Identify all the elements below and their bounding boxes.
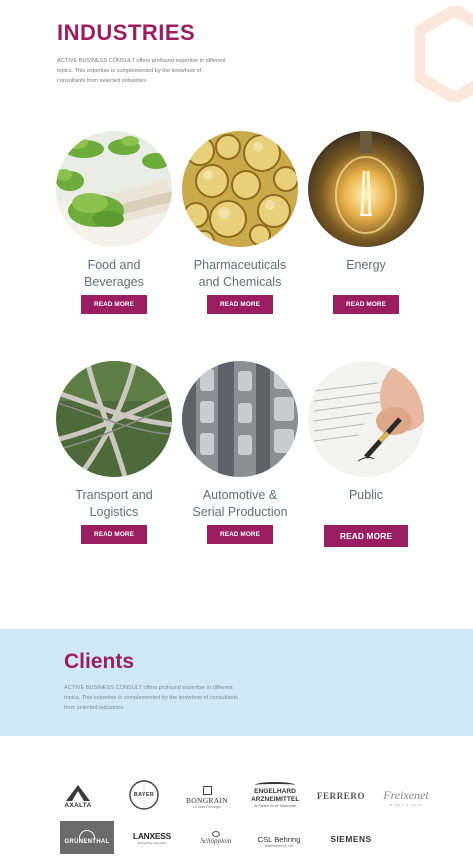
read-more-button-pharmaceuticals[interactable]: READ MORE bbox=[207, 295, 273, 314]
axalta-logo: AXALTA bbox=[58, 780, 98, 814]
industry-card-food-beverages: Food and Beverages READ MORE bbox=[49, 131, 179, 314]
grunenthal-logo: GRÜNENTHAL bbox=[60, 821, 114, 854]
industry-card-title: Transport and Logistics bbox=[75, 488, 153, 519]
industries-intro: ACTIVE BUSINESS CONSULT offers profound … bbox=[57, 58, 226, 84]
public-image[interactable] bbox=[308, 361, 424, 477]
ferrero-logo: FERRERO bbox=[316, 791, 366, 801]
read-more-button-public[interactable]: READ MORE bbox=[323, 525, 409, 547]
freixenet-logo: Freixenet WINES & CAVA bbox=[383, 787, 429, 807]
industry-card-energy: Energy READ MORE bbox=[301, 131, 431, 314]
lanxess-logo: LANXESS Energizing Chemistry bbox=[132, 831, 172, 845]
industry-card-title: Food and Beverages bbox=[84, 258, 144, 289]
clients-intro: ACTIVE BUSINESS CONSULT offers profound … bbox=[64, 685, 239, 711]
schoepplein-logo: Schöpplein bbox=[188, 825, 244, 851]
transport-logistics-image[interactable] bbox=[56, 361, 172, 477]
bongrain-emblem bbox=[202, 785, 212, 795]
read-more-button-transport-logistics[interactable]: READ MORE bbox=[81, 525, 147, 544]
industry-card-automotive: Automotive & Serial Production READ MORE bbox=[175, 361, 305, 544]
food-beverages-image[interactable] bbox=[56, 131, 172, 247]
bayer-logo: BAYER bbox=[127, 778, 161, 812]
industries-section: INDUSTRIES ACTIVE BUSINESS CONSULT offer… bbox=[0, 0, 473, 600]
industry-card-public: Public READ MORE bbox=[301, 361, 431, 547]
industry-card-title: Pharmaceuticals and Chemicals bbox=[193, 258, 287, 289]
clients-section: Clients ACTIVE BUSINESS CONSULT offers p… bbox=[0, 629, 473, 736]
industry-card-title: Automotive & Serial Production bbox=[192, 488, 288, 519]
read-more-button-energy[interactable]: READ MORE bbox=[333, 295, 399, 314]
siemens-logo: SIEMENS bbox=[330, 834, 372, 844]
industry-card-title: Energy bbox=[346, 258, 386, 272]
industries-heading: INDUSTRIES bbox=[57, 20, 196, 45]
client-logos: AXALTA BAYER BONGRAIN Le Goût Fromager E… bbox=[0, 770, 473, 860]
grunenthal-emblem bbox=[79, 830, 95, 839]
engelhard-logo: ENGELHARD ARZNEIMITTEL Ihr Partner für d… bbox=[249, 776, 301, 814]
industry-card-pharmaceuticals: Pharmaceuticals and Chemicals READ MORE bbox=[175, 131, 305, 314]
energy-image[interactable] bbox=[308, 131, 424, 247]
automotive-image[interactable] bbox=[182, 361, 298, 477]
read-more-button-food-beverages[interactable]: READ MORE bbox=[81, 295, 147, 314]
csl-behring-logo: CSL Behring Biotherapies for Life bbox=[257, 834, 301, 848]
pharmaceuticals-image[interactable] bbox=[182, 131, 298, 247]
industry-card-title: Public bbox=[348, 488, 384, 502]
bongrain-logo: BONGRAIN Le Goût Fromager bbox=[182, 780, 232, 814]
clients-heading: Clients bbox=[64, 650, 135, 673]
read-more-button-automotive[interactable]: READ MORE bbox=[207, 525, 273, 544]
industry-card-transport-logistics: Transport and Logistics READ MORE bbox=[49, 361, 179, 544]
